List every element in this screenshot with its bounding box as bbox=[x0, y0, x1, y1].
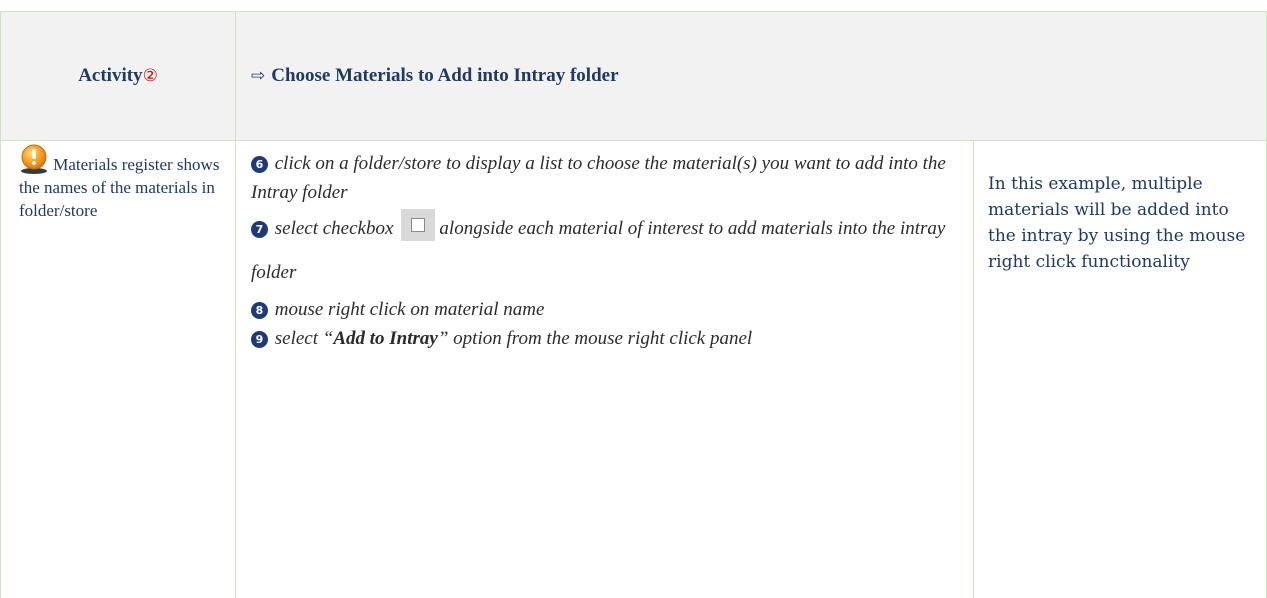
activity-header-cell: Activity② bbox=[1, 12, 236, 141]
page-title: Choose Materials to Add into Intray fold… bbox=[271, 65, 618, 86]
step-9-text-before: select “ bbox=[275, 328, 334, 349]
activity-table: Activity② ⇨ Choose Materials to Add into … bbox=[0, 11, 1267, 598]
activity-number: ② bbox=[143, 66, 158, 86]
checkbox-icon bbox=[401, 209, 435, 241]
step-6-text: click on a folder/store to display a lis… bbox=[251, 153, 946, 203]
example-cell: In this example, multiple materials will… bbox=[974, 141, 1267, 598]
warning-icon bbox=[19, 144, 49, 174]
header-row: Activity② ⇨ Choose Materials to Add into … bbox=[1, 12, 1267, 141]
step-6: 6 click on a folder/store to display a l… bbox=[251, 149, 961, 207]
step-number-6: 6 bbox=[251, 156, 268, 173]
note-cell: Materials register shows the names of th… bbox=[1, 141, 236, 598]
activity-label: Activity bbox=[78, 65, 142, 86]
step-7: 7 select checkboxalongside each material… bbox=[251, 207, 961, 295]
example-text: In this example, multiple materials will… bbox=[988, 174, 1245, 272]
step-9: 9 select “Add to Intray” option from the… bbox=[251, 324, 961, 353]
right-arrow-icon: ⇨ bbox=[251, 66, 265, 86]
title-header-cell: ⇨ Choose Materials to Add into Intray fol… bbox=[236, 12, 1267, 141]
step-8-text: mouse right click on material name bbox=[275, 299, 545, 320]
add-to-intray-label: Add to Intray bbox=[333, 328, 438, 349]
step-9-text-after: ” option from the mouse right click pane… bbox=[438, 328, 752, 349]
step-number-7: 7 bbox=[251, 221, 268, 238]
note-text: Materials register shows the names of th… bbox=[19, 155, 219, 220]
step-number-8: 8 bbox=[251, 302, 268, 319]
step-number-9: 9 bbox=[251, 331, 268, 348]
steps-cell: 6 click on a folder/store to display a l… bbox=[236, 141, 974, 598]
step-7-text-before: select checkbox bbox=[275, 218, 394, 239]
content-row: Materials register shows the names of th… bbox=[1, 141, 1267, 598]
step-8: 8 mouse right click on material name bbox=[251, 295, 961, 324]
